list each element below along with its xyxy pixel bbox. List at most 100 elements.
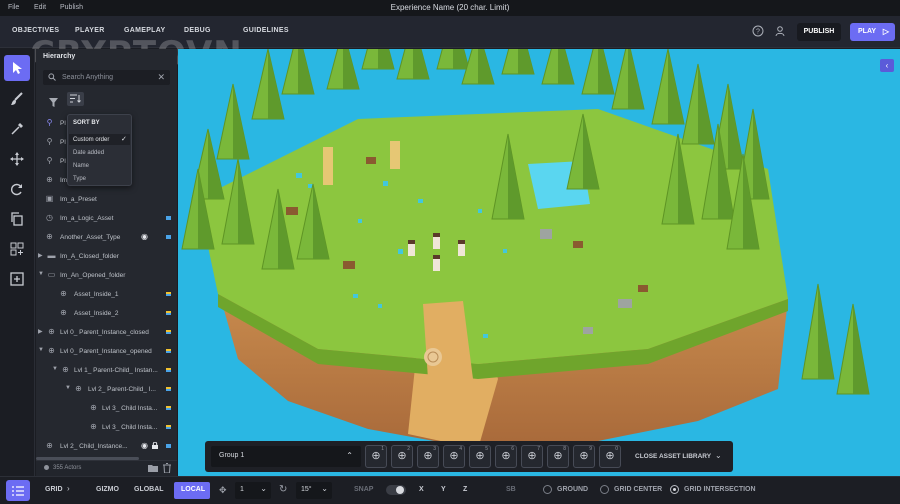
tab-debug[interactable]: DEBUG	[184, 27, 211, 34]
asset-slot[interactable]: 7 ⊕	[521, 445, 543, 468]
chevron-down-icon[interactable]: ▼	[38, 271, 44, 277]
chevron-right-icon[interactable]: ›	[67, 484, 70, 493]
list-item[interactable]: ▶ ⊕ Lvl 0_ Parent_Instance_closed	[36, 323, 177, 341]
tab-guidelines[interactable]: GUIDELINES	[243, 27, 289, 34]
chevron-right-icon[interactable]: ▶	[38, 328, 43, 335]
user-icon[interactable]	[773, 25, 787, 39]
asset-slot[interactable]: 5 ⊕	[469, 445, 491, 468]
asset-slot[interactable]: 3 ⊕	[417, 445, 439, 468]
asset-slot[interactable]: 0 ⊕	[599, 445, 621, 468]
grid-center-label: GRID CENTER	[614, 486, 663, 493]
filter-icon[interactable]	[49, 94, 58, 112]
list-item[interactable]: ⊕ Another_Asset_Type ◉	[36, 228, 177, 246]
sort-option-type[interactable]: Type	[73, 176, 86, 182]
lock-icon[interactable]	[152, 441, 158, 451]
chevron-down-icon[interactable]: ▼	[52, 366, 58, 372]
chevron-down-icon[interactable]: ▼	[38, 347, 44, 353]
asset-slot[interactable]: 8 ⊕	[547, 445, 569, 468]
search-placeholder: Search Anything	[62, 74, 113, 81]
sort-option-date[interactable]: Date added	[73, 150, 104, 156]
tab-gameplay[interactable]: GAMEPLAY	[124, 27, 165, 34]
list-item[interactable]: ▼ ⊕ Lvl 0_ Parent_Instance_opened	[36, 342, 177, 360]
eyedropper-tool-icon[interactable]	[4, 116, 30, 142]
asset-slot[interactable]: 6 ⊕	[495, 445, 517, 468]
hidden-eye-icon[interactable]: ◉	[141, 232, 148, 241]
slot-number: 1	[381, 446, 384, 452]
type-marker	[166, 427, 171, 429]
axis-z-toggle[interactable]: Z	[463, 486, 467, 493]
slot-number: 9	[589, 446, 592, 452]
type-marker	[166, 389, 171, 391]
crosshair-icon: ⊕	[62, 365, 69, 374]
asset-slot[interactable]: 4 ⊕	[443, 445, 465, 468]
group-tool-icon[interactable]	[4, 236, 30, 262]
sort-icon[interactable]	[67, 92, 84, 106]
clear-search-icon[interactable]: ✕	[157, 72, 165, 83]
sort-option-name[interactable]: Name	[73, 163, 89, 169]
hidden-eye-icon[interactable]: ◉	[141, 441, 148, 450]
help-icon[interactable]: ?	[751, 25, 765, 39]
list-item[interactable]: ▼ ⊕ Lvl 1_ Parent-Child_ Instan...	[36, 361, 177, 379]
list-item[interactable]: ▶ ▬ Im_A_Closed_folder	[36, 247, 177, 265]
select-tool-icon[interactable]	[4, 55, 30, 81]
snap-toggle[interactable]	[386, 485, 406, 495]
chevron-down-icon[interactable]: ▼	[65, 385, 71, 391]
move-step-select[interactable]: 1 ⌄	[235, 482, 271, 499]
close-asset-library-button[interactable]: CLOSE ASSET LIBRARY	[635, 453, 711, 460]
asset-slot[interactable]: 9 ⊕	[573, 445, 595, 468]
tab-player[interactable]: PLAYER	[75, 27, 105, 34]
window-title: Experience Name (20 char. Limit)	[390, 3, 510, 12]
grid-label[interactable]: GRID	[45, 486, 63, 493]
publish-button[interactable]: PUBLISH	[797, 23, 841, 41]
new-folder-icon[interactable]	[148, 464, 158, 474]
list-item[interactable]: ⊕ Lvl 2_ Child_Instance... ◉	[36, 437, 177, 455]
rotate-step-select[interactable]: 15° ⌄	[296, 482, 332, 499]
type-marker	[166, 351, 171, 353]
move-tool-icon[interactable]	[4, 146, 30, 172]
list-item[interactable]: ⊕ Lvl 3_ Child Insta...	[36, 418, 177, 436]
grid-intersection-radio[interactable]	[670, 485, 679, 494]
slot-number: 3	[433, 446, 436, 452]
outliner-toggle-icon[interactable]	[6, 480, 30, 501]
list-item[interactable]: ▼ ⊕ Lvl 2_ Parent-Child_ I...	[36, 380, 177, 398]
list-item[interactable]: ⊕ Asset_Inside_2	[36, 304, 177, 322]
collapse-panel-button[interactable]: ‹	[880, 59, 894, 72]
ground-radio[interactable]	[543, 485, 552, 494]
list-item[interactable]: ▣ Im_a_Preset	[36, 190, 177, 208]
pine-tree-shade	[478, 49, 494, 84]
play-button[interactable]: PLAY ▷	[850, 23, 895, 41]
search-input[interactable]: Search Anything ✕	[43, 70, 170, 85]
type-marker	[166, 444, 171, 448]
asset-slot[interactable]: 2 ⊕	[391, 445, 413, 468]
delete-icon[interactable]	[163, 463, 171, 475]
axis-x-toggle[interactable]: X	[419, 486, 424, 493]
scene-viewport[interactable]: ‹	[178, 49, 900, 476]
list-item[interactable]: ◷ Im_a_Logic_Asset	[36, 209, 177, 227]
checkmark-icon: ✓	[121, 136, 127, 143]
preset-icon: ▣	[45, 194, 54, 203]
local-button[interactable]: LOCAL	[174, 482, 210, 499]
slot-number: 0	[615, 446, 618, 452]
duplicate-tool-icon[interactable]	[4, 206, 30, 232]
rotate-tool-icon[interactable]	[4, 176, 30, 202]
type-marker	[166, 313, 171, 315]
row-label: Another_Asset_Type	[60, 234, 121, 241]
group-select[interactable]: Group 1 ⌃	[211, 446, 361, 467]
axis-y-toggle[interactable]: Y	[441, 486, 446, 493]
sort-option-custom[interactable]: Custom order	[73, 137, 109, 143]
chevron-down-icon[interactable]: ⌄	[715, 451, 722, 460]
list-item[interactable]: ⊕ Lvl 3_ Child Insta...	[36, 399, 177, 417]
brush-tool-icon[interactable]	[4, 86, 30, 112]
chevron-right-icon[interactable]: ▶	[38, 252, 43, 259]
add-asset-tool-icon[interactable]	[4, 266, 30, 292]
sb-label: SB	[506, 486, 516, 493]
row-label: Pl	[60, 120, 66, 127]
list-item[interactable]: ⊕ Asset_Inside_1	[36, 285, 177, 303]
global-button[interactable]: GLOBAL	[134, 486, 164, 493]
pine-tree-shade	[518, 49, 534, 74]
grid-center-radio[interactable]	[600, 485, 609, 494]
tab-objectives[interactable]: OBJECTIVES	[12, 27, 59, 34]
list-item[interactable]: ▼ ▭ Im_An_Opened_folder	[36, 266, 177, 284]
asset-slot[interactable]: 1 ⊕	[365, 445, 387, 468]
slot-number: 6	[511, 446, 514, 452]
